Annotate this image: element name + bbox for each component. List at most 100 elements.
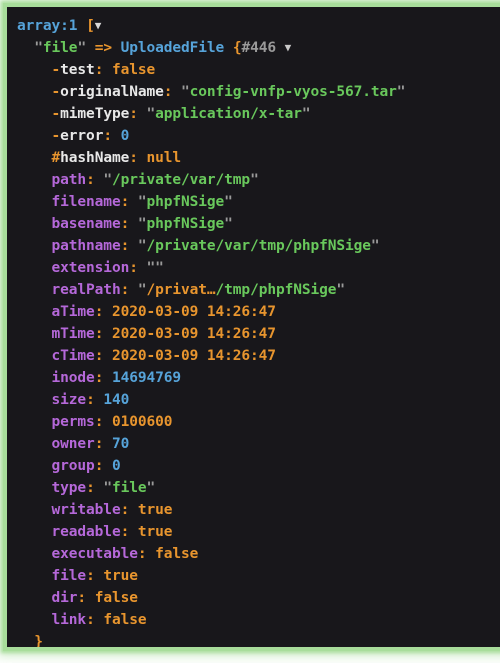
property-colon: :	[94, 458, 104, 474]
property-colon: :	[94, 436, 104, 452]
property-colon: :	[120, 238, 130, 254]
value-quote-close: "	[224, 194, 233, 210]
value-quote-open: "	[181, 84, 190, 100]
property-name-inode: inode	[51, 370, 95, 386]
property-name-perms: perms	[51, 414, 95, 430]
value-quote-close: "	[155, 260, 164, 276]
property-row: group: 0	[17, 455, 500, 477]
property-name-aTime: aTime	[51, 304, 95, 320]
property-value-readable: true	[137, 524, 173, 540]
property-row: readable: true	[17, 521, 500, 543]
property-row: mTime: 2020-03-09 14:26:47	[17, 323, 500, 345]
var-dump-body: array:1 [▼ "file" => UploadedFile {#446 …	[7, 7, 500, 647]
property-row: -mimeType: "application/x-tar"	[17, 103, 500, 125]
property-colon: :	[94, 326, 104, 342]
property-prefix-private: -	[51, 106, 61, 122]
property-value-pathname: /private/var/tmp/phpfNSige	[146, 238, 371, 254]
property-value-test: false	[111, 62, 156, 78]
property-value-mimeType: application/x-tar	[155, 106, 302, 122]
property-value-size: 140	[103, 392, 130, 408]
entry-class-name: UploadedFile	[120, 40, 225, 56]
property-colon: :	[120, 502, 130, 518]
value-quote-open: "	[137, 238, 147, 254]
property-name-basename: basename	[51, 216, 121, 232]
property-colon: :	[86, 480, 95, 496]
property-row: realPath: "/privat…/tmp/phpfNSige"	[17, 279, 500, 301]
value-quote-open: "	[103, 172, 112, 188]
property-row: extension: ""	[17, 257, 500, 279]
value-quote-close: "	[396, 84, 406, 100]
property-row: file: true	[17, 565, 500, 587]
property-name-file: file	[51, 568, 87, 584]
value-quote-open: "	[137, 216, 147, 232]
property-value-writable: true	[137, 502, 173, 518]
property-colon: :	[86, 392, 95, 408]
property-row: -test: false	[17, 59, 500, 81]
property-name-readable: readable	[51, 524, 121, 540]
property-name-pathname: pathname	[51, 238, 121, 254]
property-colon: :	[163, 84, 173, 100]
property-row: perms: 0100600	[17, 411, 500, 433]
entry-key: file	[42, 40, 78, 56]
value-quote-open: "	[137, 194, 147, 210]
property-value-perms: 0100600	[111, 414, 173, 430]
property-value-mTime: 2020-03-09 14:26:47	[111, 326, 276, 342]
property-name-type: type	[51, 480, 87, 496]
property-row: aTime: 2020-03-09 14:26:47	[17, 301, 500, 323]
property-colon: :	[86, 568, 95, 584]
property-row: cTime: 2020-03-09 14:26:47	[17, 345, 500, 367]
value-quote-close: "	[224, 216, 233, 232]
array-collapse-toggle-icon[interactable]: ▼	[95, 19, 102, 32]
property-prefix-private: -	[51, 128, 61, 144]
value-quote-close: "	[301, 106, 311, 122]
property-colon: :	[129, 150, 138, 166]
property-value-path: /private/var/tmp	[111, 172, 251, 188]
property-name-mimeType: mimeType	[60, 106, 130, 122]
property-row: basename: "phpfNSige"	[17, 213, 500, 235]
property-row: dir: false	[17, 587, 500, 609]
property-row: filename: "phpfNSige"	[17, 191, 500, 213]
array-header-line: array:1 [▼	[17, 15, 500, 37]
property-name-originalName: originalName	[60, 84, 164, 100]
array-label: array:1	[17, 18, 78, 34]
property-value-aTime: 2020-03-09 14:26:47	[111, 304, 276, 320]
property-colon: :	[129, 106, 138, 122]
object-collapse-toggle-icon[interactable]: ▼	[285, 41, 292, 54]
property-colon: :	[94, 370, 104, 386]
property-name-error: error	[60, 128, 104, 144]
property-name-dir: dir	[51, 590, 78, 606]
property-value-type: file	[111, 480, 147, 496]
object-entry-line: "file" => UploadedFile {#446 ▼	[34, 40, 292, 56]
property-name-link: link	[51, 612, 87, 628]
property-name-path: path	[51, 172, 87, 188]
property-colon: :	[77, 590, 87, 606]
value-quote-close: "	[146, 480, 156, 496]
property-value-basename: phpfNSige	[146, 216, 225, 232]
property-prefix-protected: #	[51, 150, 61, 166]
property-row: link: false	[17, 609, 500, 631]
property-colon: :	[137, 546, 147, 562]
value-quote-open: "	[103, 480, 112, 496]
property-value-filename: phpfNSige	[146, 194, 225, 210]
property-value-dir: false	[94, 590, 138, 606]
property-row: pathname: "/private/var/tmp/phpfNSige"	[17, 235, 500, 257]
entry-arrow: =>	[94, 40, 112, 56]
property-colon: :	[120, 216, 130, 232]
property-name-mTime: mTime	[51, 326, 95, 342]
property-colon: :	[94, 414, 104, 430]
property-row: executable: false	[17, 543, 500, 565]
object-close-brace: }	[34, 634, 43, 647]
property-value-file: true	[103, 568, 138, 584]
property-name-hashName: hashName	[60, 150, 130, 166]
var-dump-panel: array:1 [▼ "file" => UploadedFile {#446 …	[3, 3, 500, 651]
property-name-test: test	[60, 62, 95, 78]
value-quote-open: "	[146, 106, 156, 122]
property-value-cTime: 2020-03-09 14:26:47	[111, 348, 276, 364]
property-value-owner: 70	[111, 436, 130, 452]
array-open-bracket: [	[86, 18, 95, 34]
property-value-head-realPath[interactable]: /privat…	[147, 282, 216, 298]
property-colon: :	[86, 612, 95, 628]
property-name-executable: executable	[51, 546, 138, 562]
value-quote-open: "	[137, 282, 147, 298]
property-row: type: "file"	[17, 477, 500, 499]
